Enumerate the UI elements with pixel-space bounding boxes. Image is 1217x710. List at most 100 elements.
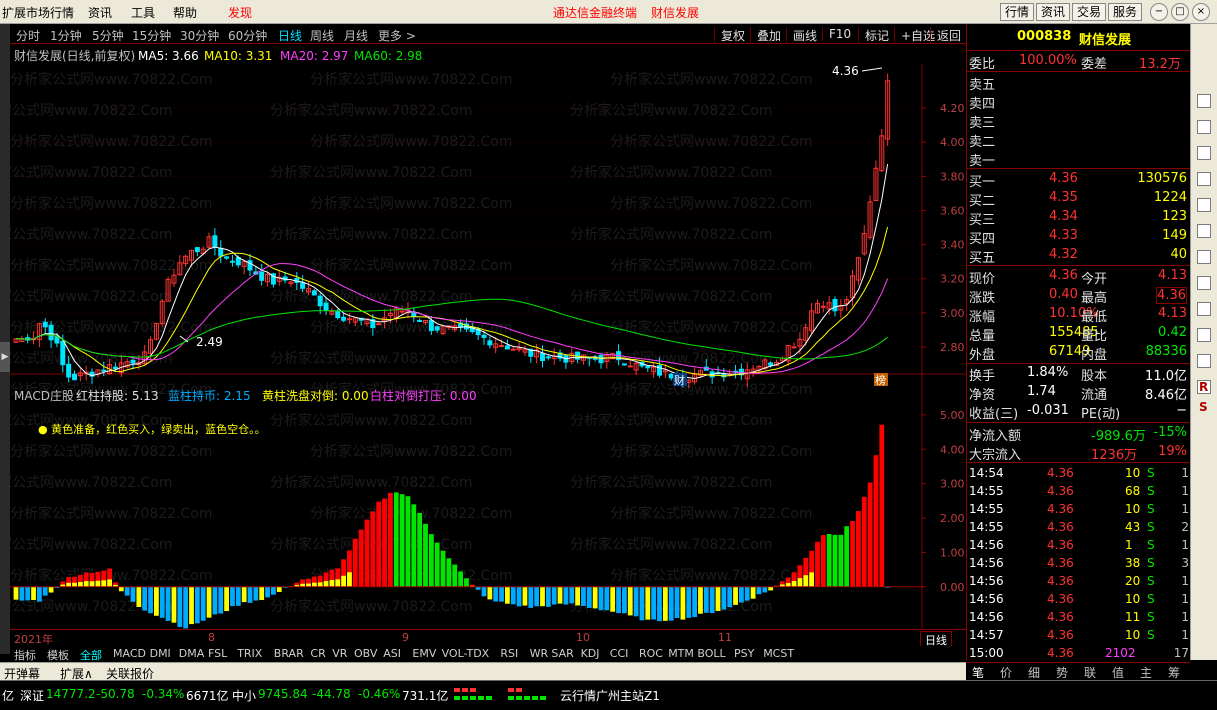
macd-bar — [352, 538, 358, 587]
quote-tab-7[interactable]: 筹 — [1168, 664, 1180, 681]
maximize-button[interactable]: □ — [1171, 3, 1189, 21]
f10-button[interactable]: F10 — [822, 27, 851, 41]
draw-button[interactable]: 画线 — [786, 27, 817, 44]
indicator-tab-mcst[interactable]: MCST — [763, 647, 794, 660]
period-tab-timeshare[interactable]: 分时 — [16, 27, 40, 44]
quote-tab-4[interactable]: 联 — [1084, 664, 1096, 681]
tool-icon[interactable] — [1197, 146, 1211, 160]
quote-button[interactable]: 行情 — [1000, 3, 1035, 21]
tool-icon[interactable] — [1197, 250, 1211, 264]
indicator-tab-obv[interactable]: OBV — [354, 647, 377, 660]
indicator-tab-dmi[interactable]: DMI — [150, 647, 171, 660]
macd-bar — [604, 586, 610, 611]
indicator-tab-macd[interactable]: MACD — [113, 647, 146, 660]
period-tab-60min[interactable]: 60分钟 — [228, 27, 267, 44]
close-button[interactable]: × — [1192, 3, 1210, 21]
macd-bar — [370, 511, 376, 587]
tool-icon[interactable] — [1197, 224, 1211, 238]
stat-value: 1.74 — [1027, 384, 1056, 399]
indicator-tab-boll[interactable]: BOLL — [697, 647, 725, 660]
tick-volume: 10 — [1125, 502, 1141, 516]
period-tab-1min[interactable]: 1分钟 — [50, 27, 82, 44]
macd-bar-overlay — [95, 580, 101, 587]
indicator-tab-rsi[interactable]: RSI — [500, 647, 518, 660]
period-tab-weekly[interactable]: 周线 — [310, 27, 334, 44]
tool-icon[interactable] — [1197, 354, 1211, 368]
menu-extended-market[interactable]: 扩展市场行情 — [2, 4, 74, 21]
indicator-tab-brar[interactable]: BRAR — [274, 647, 304, 660]
quote-tab-5[interactable]: 值 — [1112, 664, 1124, 681]
tick-side: S — [1147, 484, 1155, 498]
tick-side: S — [1147, 574, 1155, 588]
tool-icon[interactable] — [1197, 120, 1211, 134]
indicator-tab-roc[interactable]: ROC — [639, 647, 663, 660]
tool-icon[interactable] — [1197, 94, 1211, 108]
indicator-tab-指标[interactable]: 指标 — [14, 647, 36, 663]
indicator-tab-asi[interactable]: ASI — [383, 647, 401, 660]
expand-arrow-icon[interactable]: ▶ — [0, 342, 10, 372]
quote-tab-1[interactable]: 价 — [1000, 664, 1012, 681]
fq-button[interactable]: 复权 — [714, 27, 745, 44]
back-button[interactable]: 返回 — [930, 27, 961, 44]
candle-body — [399, 310, 405, 313]
minimize-button[interactable]: − — [1150, 3, 1168, 21]
period-tab-daily[interactable]: 日线 — [278, 27, 302, 44]
indicator-tab-vol-tdx[interactable]: VOL-TDX — [442, 647, 490, 660]
indicator-tab-psy[interactable]: PSY — [734, 647, 754, 660]
indicator-tab-sar[interactable]: SAR — [551, 647, 573, 660]
tick-count: 2 — [1181, 520, 1189, 534]
mark-button[interactable]: 标记 — [858, 27, 889, 44]
period-tab-15min[interactable]: 15分钟 — [132, 27, 171, 44]
macd-hx-legend: 黄柱洗盘对倒: 0.00 — [262, 388, 369, 403]
trade-button[interactable]: 交易 — [1072, 3, 1107, 21]
menu-help[interactable]: 帮助 — [173, 4, 197, 21]
period-tab-30min[interactable]: 30分钟 — [180, 27, 219, 44]
zx-label[interactable]: 中小 — [232, 687, 256, 704]
period-tab-monthly[interactable]: 月线 — [344, 27, 368, 44]
tool-icon[interactable] — [1197, 172, 1211, 186]
indicator-tab-trix[interactable]: TRIX — [237, 647, 262, 660]
quote-tab-6[interactable]: 主 — [1140, 664, 1152, 681]
tool-icon[interactable] — [1197, 198, 1211, 212]
overlay-button[interactable]: 叠加 — [750, 27, 781, 44]
tool-letter-s[interactable]: S — [1199, 400, 1208, 414]
quote-tab-3[interactable]: 势 — [1056, 664, 1068, 681]
news-button[interactable]: 资讯 — [1036, 3, 1071, 21]
quote-tab-2[interactable]: 细 — [1028, 664, 1040, 681]
macd-bar — [434, 542, 440, 587]
indicator-tab-emv[interactable]: EMV — [412, 647, 436, 660]
period-tab-more[interactable]: 更多 > — [378, 27, 416, 44]
indicator-tab-kdj[interactable]: KDJ — [581, 647, 600, 660]
tool-icon[interactable] — [1197, 302, 1211, 316]
indicator-tab-模板[interactable]: 模板 — [47, 647, 69, 663]
tool-icon[interactable] — [1197, 276, 1211, 290]
service-button[interactable]: 服务 — [1108, 3, 1143, 21]
macd-bar — [522, 586, 528, 606]
menu-discover[interactable]: 发现 — [228, 4, 252, 21]
indicator-tab-mtm[interactable]: MTM — [668, 647, 694, 660]
menu-info[interactable]: 资讯 — [88, 4, 112, 21]
indicator-tab-dma[interactable]: DMA — [179, 647, 205, 660]
macd-bar-overlay — [311, 582, 317, 587]
kline-chart[interactable]: 分析家公式网www.70822.Com 分析家公式网www.70822.Com 分析… — [10, 44, 966, 629]
watermark-text: 分析家公式网www.70822.Com — [270, 412, 472, 429]
server-name[interactable]: 云行情广州主站Z1 — [560, 687, 660, 704]
sz-label[interactable]: 深证 — [20, 687, 44, 704]
macd-bar — [364, 519, 370, 587]
add-watchlist-button[interactable]: +自选 — [894, 27, 935, 44]
candle-body — [229, 260, 235, 263]
tick-count: 1 — [1181, 628, 1189, 642]
menu-tools[interactable]: 工具 — [131, 4, 155, 21]
indicator-tab-fsl[interactable]: FSL — [208, 647, 227, 660]
macd-bar-overlay — [323, 581, 329, 587]
period-tab-5min[interactable]: 5分钟 — [92, 27, 124, 44]
indicator-tab-全部[interactable]: 全部 — [80, 647, 102, 663]
tool-icon[interactable] — [1197, 328, 1211, 342]
indicator-tab-wr[interactable]: WR — [530, 647, 549, 660]
indicator-tab-vr[interactable]: VR — [332, 647, 347, 660]
macd-bar — [48, 586, 54, 593]
indicator-tab-cr[interactable]: CR — [310, 647, 325, 660]
tool-letter-r[interactable]: R — [1199, 380, 1208, 394]
macd-bar — [118, 586, 124, 592]
indicator-tab-cci[interactable]: CCI — [610, 647, 629, 660]
